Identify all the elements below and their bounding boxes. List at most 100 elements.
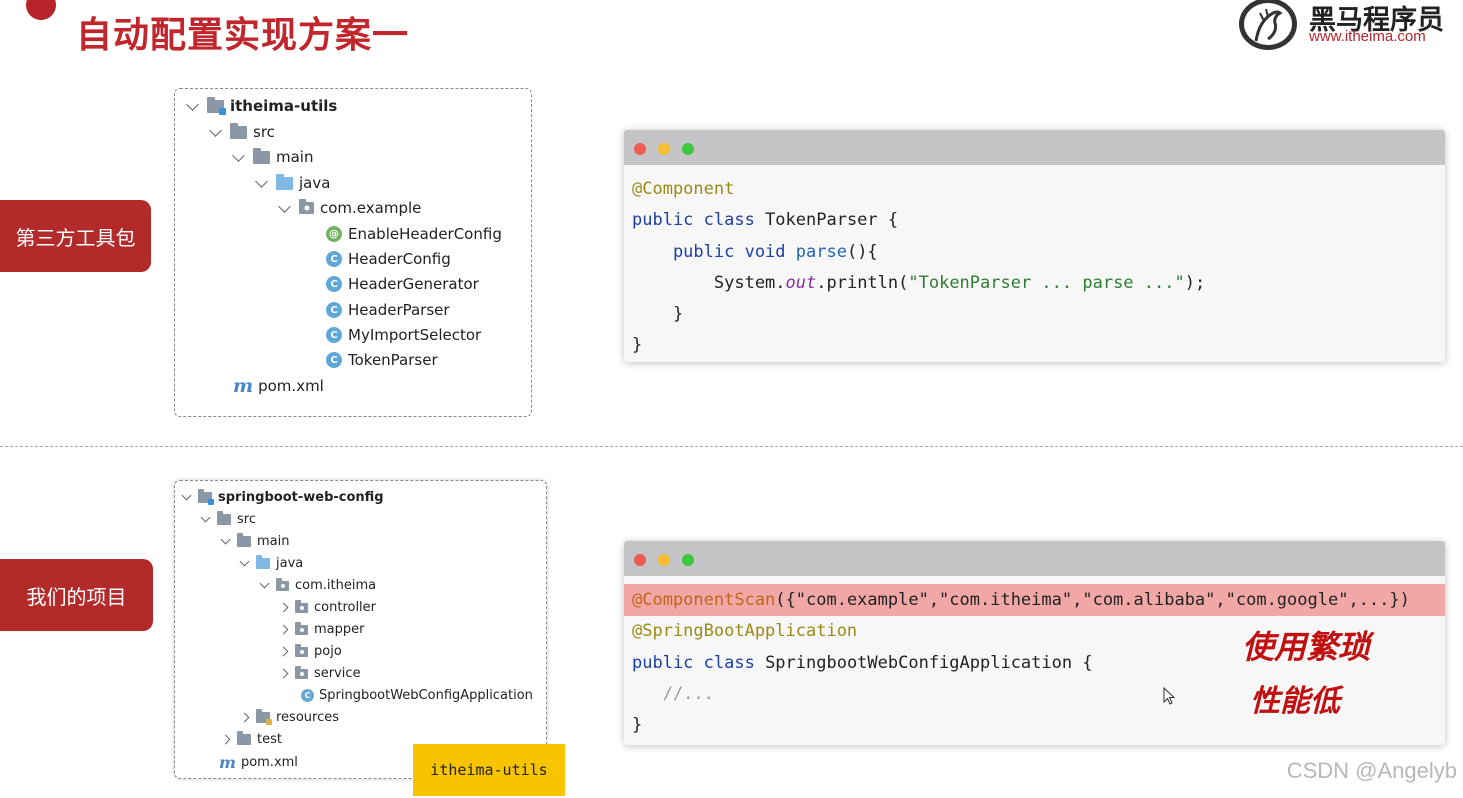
folder-icon <box>237 731 251 745</box>
chevron-down-icon[interactable] <box>209 123 222 137</box>
chevron-down-icon[interactable] <box>220 534 231 545</box>
chevron-down-icon[interactable] <box>239 556 250 567</box>
annotation-icon: @ <box>326 226 342 242</box>
tree-node-file[interactable]: C HeaderParser <box>326 301 450 319</box>
tree-node-src[interactable]: src <box>209 122 275 141</box>
tree-node-file[interactable]: C TokenParser <box>326 351 438 369</box>
tree-node-file[interactable]: C HeaderConfig <box>326 250 451 268</box>
chevron-down-icon[interactable] <box>181 490 192 501</box>
tree-node-label: itheima-utils <box>230 97 338 115</box>
tree-node-service[interactable]: service <box>278 665 361 681</box>
resources-folder-icon <box>256 709 272 725</box>
slide-title: 自动配置实现方案一 <box>76 15 410 56</box>
handwritten-note-cumbersome: 使用繁琐 <box>1242 628 1371 666</box>
package-icon <box>295 599 308 613</box>
code-line: @Component <box>632 179 735 199</box>
tree-node-label: main <box>257 534 290 549</box>
tree-node-label: MyImportSelector <box>348 326 482 344</box>
chevron-down-icon[interactable] <box>278 199 291 213</box>
source-folder-icon <box>256 555 270 569</box>
minimize-dot-icon <box>658 554 670 566</box>
tree-node-java[interactable]: java <box>255 173 330 192</box>
tree-node-resources[interactable]: resources <box>239 709 340 725</box>
close-dot-icon <box>634 143 646 155</box>
tree-node-main[interactable]: main <box>220 533 290 549</box>
chevron-down-icon[interactable] <box>186 97 199 111</box>
tree-node-root[interactable]: itheima-utils <box>186 96 338 115</box>
close-dot-icon <box>634 554 646 566</box>
source-folder-icon <box>276 173 293 190</box>
maven-icon: m <box>219 753 236 772</box>
itheima-utils-tag: itheima-utils <box>413 744 565 796</box>
tree-node-java[interactable]: java <box>239 555 304 571</box>
chevron-right-icon[interactable] <box>278 602 289 613</box>
tree-node-controller[interactable]: controller <box>278 599 377 615</box>
tree-node-label: com.example <box>320 199 422 217</box>
package-icon <box>276 577 289 591</box>
tree-node-label: main <box>276 148 314 166</box>
tree-node-pom[interactable]: m pom.xml <box>233 375 324 397</box>
chevron-right-icon[interactable] <box>278 668 289 679</box>
tree-node-label: HeaderParser <box>348 301 450 319</box>
maximize-dot-icon <box>682 554 694 566</box>
tree-node-pom[interactable]: m pom.xml <box>219 753 298 772</box>
tree-node-label: HeaderConfig <box>348 250 451 268</box>
folder-icon <box>230 122 247 139</box>
tree-node-label: java <box>276 556 304 571</box>
class-icon: C <box>326 251 342 267</box>
label-our-project: 我们的项目 <box>0 559 153 631</box>
handwritten-note-low-performance: 性能低 <box>1250 684 1340 719</box>
brand-logo: 黑马程序员 www.itheima.com <box>1239 0 1459 52</box>
title-bullet <box>26 0 56 20</box>
package-icon <box>299 199 314 214</box>
tree-node-root[interactable]: springboot-web-config <box>181 489 384 505</box>
tree-node-main[interactable]: main <box>232 147 314 166</box>
watermark: CSDN @Angelyb <box>1286 758 1457 783</box>
tree-node-file[interactable]: C MyImportSelector <box>326 326 481 344</box>
code-line: //... <box>632 684 714 704</box>
class-icon: C <box>326 276 342 292</box>
tree-node-pojo[interactable]: pojo <box>278 643 342 659</box>
chevron-down-icon[interactable] <box>200 512 211 523</box>
label-third-party: 第三方工具包 <box>0 200 151 272</box>
code-line: } <box>632 335 643 355</box>
package-icon <box>295 665 308 679</box>
brand-url: www.itheima.com <box>1309 28 1426 45</box>
tree-node-label: springboot-web-config <box>218 490 384 505</box>
tree-node-label: resources <box>276 710 340 725</box>
code-line: @ComponentScan({"com.example","com.ithei… <box>632 590 1410 610</box>
tree-node-file[interactable]: @ EnableHeaderConfig <box>326 225 502 243</box>
tree-node-label: src <box>253 123 275 141</box>
tree-node-label: com.itheima <box>295 578 377 593</box>
chevron-right-icon[interactable] <box>278 624 289 635</box>
chevron-right-icon[interactable] <box>278 646 289 657</box>
tree-node-label: pom.xml <box>258 377 324 395</box>
tree-node-file[interactable]: C HeaderGenerator <box>326 275 479 293</box>
tree-node-test[interactable]: test <box>220 731 282 747</box>
tree-node-label: controller <box>314 600 377 615</box>
minimize-dot-icon <box>658 143 670 155</box>
tree-node-package[interactable]: com.itheima <box>259 577 377 593</box>
section-divider <box>0 446 1463 447</box>
tree-node-app-class[interactable]: C SpringbootWebConfigApplication <box>301 688 533 703</box>
tree-node-mapper[interactable]: mapper <box>278 621 364 637</box>
code-line: public void parse(){ <box>632 242 878 262</box>
chevron-down-icon[interactable] <box>232 148 245 162</box>
code-line: } <box>632 715 643 735</box>
chevron-right-icon[interactable] <box>220 734 231 745</box>
chevron-down-icon[interactable] <box>259 578 270 589</box>
chevron-down-icon[interactable] <box>255 174 268 188</box>
code-window-token-parser: @Component public class TokenParser { pu… <box>624 130 1445 362</box>
code-line: System.out.println("TokenParser ... pars… <box>632 273 1206 293</box>
tree-node-label: SpringbootWebConfigApplication <box>319 688 533 703</box>
folder-icon <box>237 533 251 547</box>
package-icon <box>295 643 308 657</box>
project-tree-springboot-web-config: springboot-web-config src main java com.… <box>174 480 547 779</box>
folder-icon <box>217 511 231 525</box>
tree-node-package[interactable]: com.example <box>278 199 422 217</box>
module-folder-icon <box>207 96 226 115</box>
class-icon: C <box>326 352 342 368</box>
chevron-right-icon[interactable] <box>239 712 250 723</box>
project-tree-itheima-utils: itheima-utils src main java com.example … <box>174 88 532 417</box>
tree-node-src[interactable]: src <box>200 511 256 527</box>
